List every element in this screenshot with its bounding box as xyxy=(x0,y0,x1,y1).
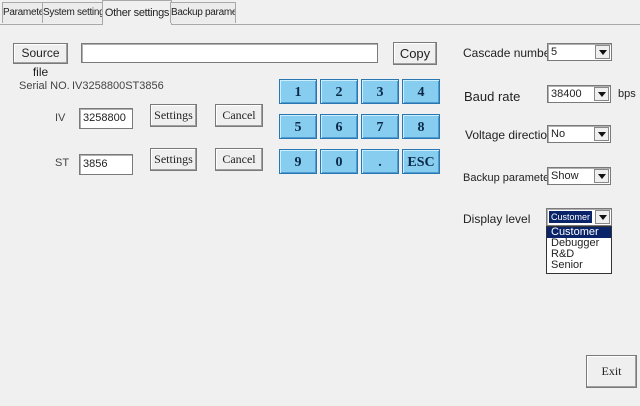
voltage-direction-value: No xyxy=(551,128,566,140)
iv-cancel-button[interactable]: Cancel xyxy=(215,104,263,127)
key-5[interactable]: 5 xyxy=(279,114,317,139)
chevron-down-icon[interactable] xyxy=(595,210,610,224)
key-2[interactable]: 2 xyxy=(320,79,358,104)
source-file-path-input[interactable] xyxy=(81,43,378,63)
key-1[interactable]: 1 xyxy=(279,79,317,104)
exit-button[interactable]: Exit xyxy=(586,355,637,388)
display-level-label: Display level xyxy=(463,212,531,226)
serial-number-value: IV3258800ST3856 xyxy=(72,80,164,92)
baud-rate-value: 38400 xyxy=(551,88,582,100)
backup-parameters-select[interactable]: Show xyxy=(547,167,611,185)
key-8[interactable]: 8 xyxy=(402,114,440,139)
tab-other-settings[interactable]: Other settings xyxy=(102,0,172,25)
voltage-direction-select[interactable]: No xyxy=(547,125,611,143)
key-esc[interactable]: ESC xyxy=(402,149,440,174)
key-6[interactable]: 6 xyxy=(320,114,358,139)
voltage-direction-label: Voltage direction xyxy=(465,128,554,142)
backup-parameters-value: Show xyxy=(551,170,579,182)
cascade-number-label: Cascade number xyxy=(463,46,555,60)
copy-button[interactable]: Copy xyxy=(393,42,437,65)
display-level-dropdown: Customer Debugger R&D Senior xyxy=(546,226,612,274)
st-input[interactable]: 3856 xyxy=(79,154,133,175)
tab-system-settings[interactable]: System settings xyxy=(42,2,104,23)
iv-label: IV xyxy=(55,112,66,124)
display-level-option[interactable]: Senior xyxy=(547,260,611,271)
chevron-down-icon[interactable] xyxy=(594,127,609,141)
tab-backup-parameters[interactable]: Backup parameters xyxy=(170,2,236,23)
iv-input[interactable]: 3258800 xyxy=(79,108,133,129)
baud-rate-unit: bps xyxy=(618,88,636,100)
keypad: 1 2 3 4 5 6 7 8 9 0 . ESC xyxy=(279,79,440,179)
key-7[interactable]: 7 xyxy=(361,114,399,139)
baud-rate-select[interactable]: 38400 xyxy=(547,85,611,103)
serial-number-label: Serial NO. xyxy=(19,80,70,92)
key-dot[interactable]: . xyxy=(361,149,399,174)
cascade-number-value: 5 xyxy=(551,46,558,58)
chevron-down-icon[interactable] xyxy=(594,87,609,101)
chevron-down-icon[interactable] xyxy=(595,45,610,59)
baud-rate-label: Baud rate xyxy=(464,89,521,104)
backup-parameters-label: Backup parameters xyxy=(463,172,559,184)
key-9[interactable]: 9 xyxy=(279,149,317,174)
display-level-value: Customer xyxy=(549,211,593,223)
st-label: ST xyxy=(55,157,70,169)
key-0[interactable]: 0 xyxy=(320,149,358,174)
iv-settings-button[interactable]: Settings xyxy=(150,104,197,127)
key-3[interactable]: 3 xyxy=(361,79,399,104)
source-file-button[interactable]: Source file xyxy=(13,43,68,79)
cascade-number-select[interactable]: 5 xyxy=(547,43,612,61)
tab-parameters[interactable]: Parameters xyxy=(2,2,44,23)
display-level-select[interactable]: Customer xyxy=(546,208,612,226)
chevron-down-icon[interactable] xyxy=(594,169,609,183)
key-4[interactable]: 4 xyxy=(402,79,440,104)
tab-bar: Parameters System settings Other setting… xyxy=(0,0,640,25)
st-settings-button[interactable]: Settings xyxy=(150,148,197,171)
st-cancel-button[interactable]: Cancel xyxy=(215,148,263,171)
